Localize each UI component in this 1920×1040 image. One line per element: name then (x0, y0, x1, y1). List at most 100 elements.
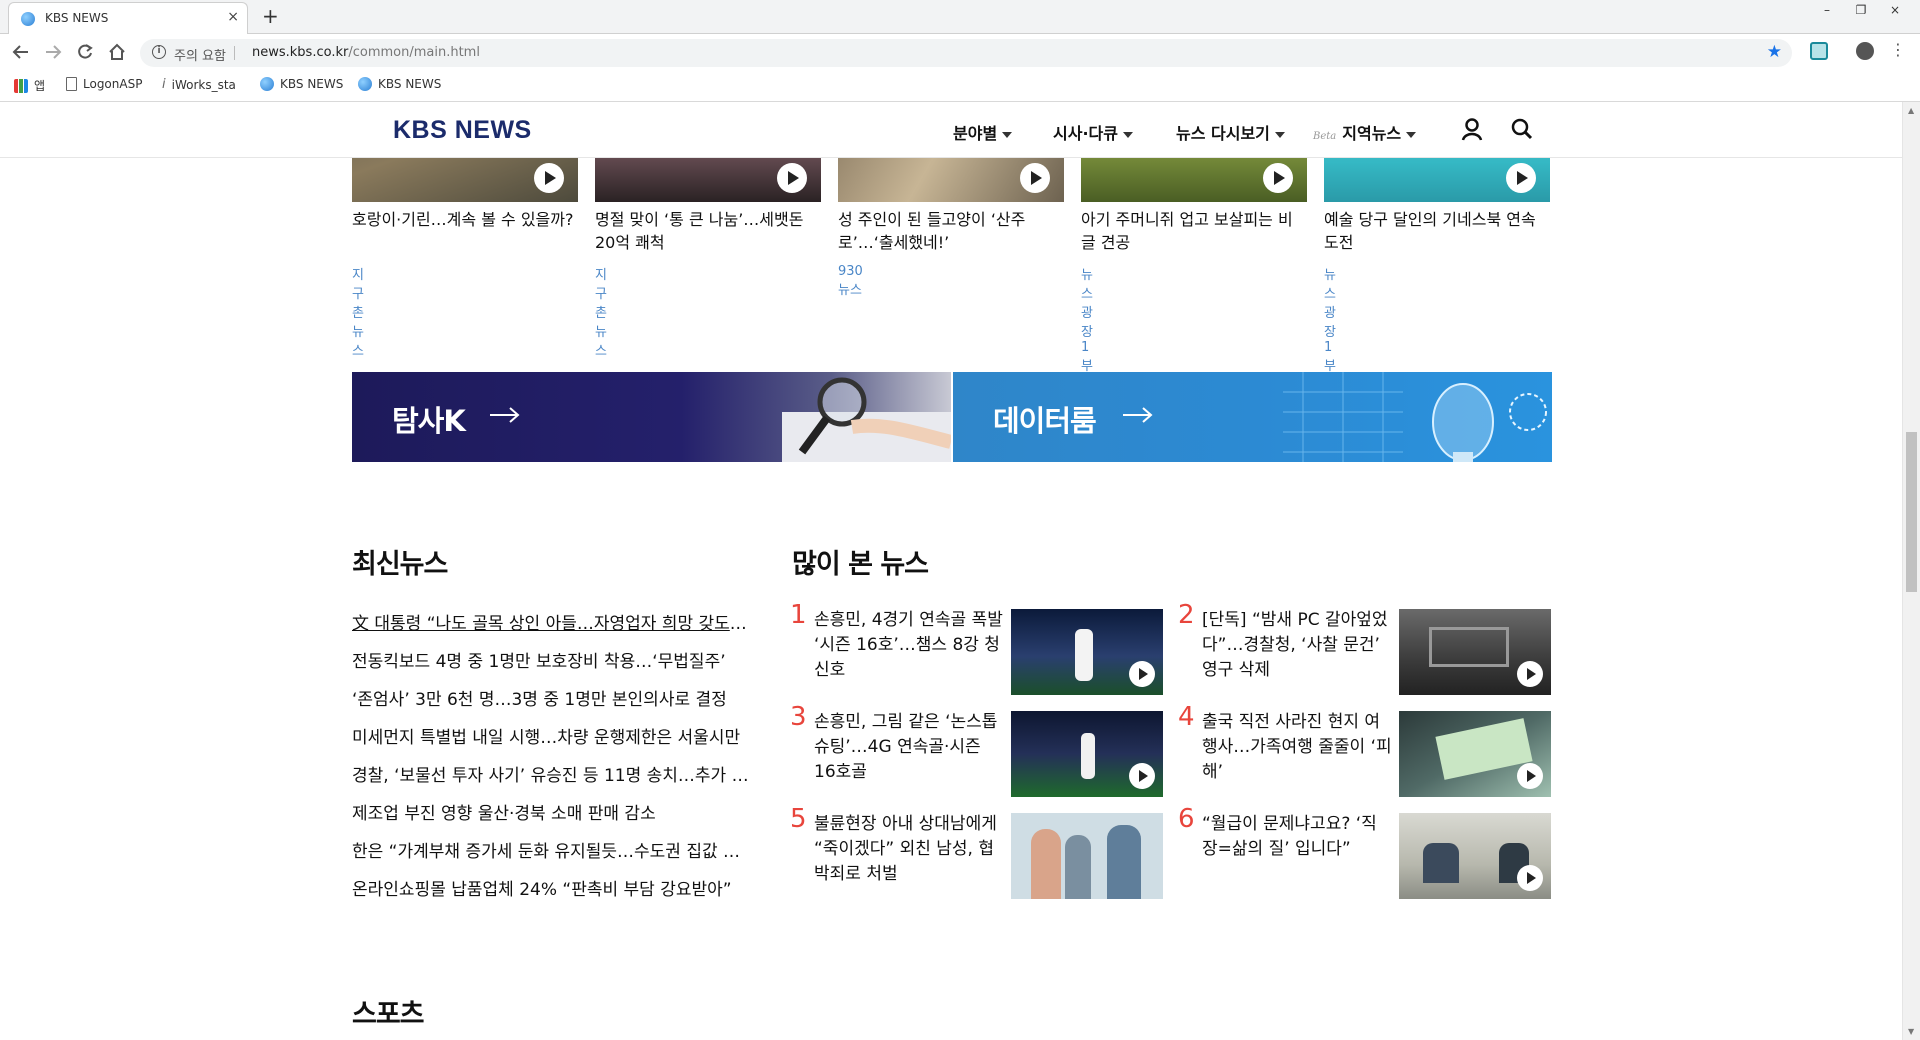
address-bar[interactable]: i 주의 요함 news.kbs.co.kr/common/main.html … (140, 39, 1792, 67)
info-icon[interactable]: i (152, 45, 166, 59)
nav-label: 뉴스 다시보기 (1176, 124, 1270, 143)
bookmark-apps[interactable]: 앱 (14, 77, 45, 94)
nav-current-affairs[interactable]: 시사·다큐 (1053, 120, 1133, 144)
home-icon[interactable] (106, 42, 128, 62)
card-title[interactable]: 명절 맞이 ‘통 큰 나눔’…세뱃돈 20억 쾌척 (595, 208, 821, 254)
popular-news-title[interactable]: “월급이 문제냐고요? ‘직장=삶의 질’ 입니다” (1202, 812, 1392, 862)
url-text[interactable]: news.kbs.co.kr/common/main.html (252, 45, 480, 60)
card-tag[interactable]: 뉴스광장 1부 (1324, 264, 1336, 374)
lightbulb-illustration (1283, 372, 1547, 462)
latest-news-item[interactable]: 전동킥보드 4명 중 1명만 보호장비 착용…‘무법질주’ (352, 647, 750, 672)
nav-replay[interactable]: 뉴스 다시보기 (1176, 120, 1285, 144)
play-icon[interactable] (1129, 661, 1155, 687)
scroll-down-icon[interactable]: ▼ (1908, 1027, 1914, 1036)
kbs-favicon-icon (358, 77, 372, 91)
play-icon[interactable] (1263, 163, 1293, 193)
card-tag[interactable]: 뉴스광장 1부 (1081, 264, 1093, 374)
rank-number: 4 (1178, 702, 1195, 732)
kbs-favicon-icon (21, 12, 35, 26)
rank-number: 5 (790, 804, 807, 834)
bookmark-iworks[interactable]: i iWorks_sta (162, 77, 236, 92)
popular-news-thumbnail[interactable] (1399, 609, 1551, 695)
popular-news-thumbnail[interactable] (1399, 711, 1551, 797)
latest-news-item[interactable]: 文 대통령 “나도 골목 상인 아들…자영업자 희망 갖도록” (352, 609, 750, 634)
play-icon[interactable] (1129, 763, 1155, 789)
popular-news-thumbnail[interactable] (1011, 711, 1163, 797)
bookmark-logonasp[interactable]: LogonASP (66, 77, 142, 91)
rank-number: 3 (790, 702, 807, 732)
latest-news-item[interactable]: 온라인쇼핑몰 납품업체 24% “판촉비 부담 강요받아” (352, 875, 750, 900)
bookmark-label: iWorks_sta (171, 77, 236, 92)
nav-label: 지역뉴스 (1342, 124, 1402, 143)
forward-arrow-icon[interactable] (42, 42, 64, 62)
popular-news-heading[interactable]: 많이 본 뉴스 (792, 542, 929, 581)
popular-news-title[interactable]: 손흥민, 그림 같은 ‘논스톱 슈팅’…4G 연속골·시즌 16호골 (814, 710, 1004, 785)
play-icon[interactable] (777, 163, 807, 193)
play-icon[interactable] (1517, 661, 1543, 687)
nav-regional[interactable]: Beta 지역뉴스 (1313, 120, 1417, 144)
address-divider (234, 46, 235, 60)
popular-news-thumbnail[interactable] (1011, 609, 1163, 695)
card-title[interactable]: 아기 주머니쥐 업고 보살피는 비글 견공 (1081, 208, 1307, 254)
magnifier-illustration (782, 377, 951, 462)
dataroom-banner[interactable]: 데이터룸 (953, 372, 1552, 462)
reload-icon[interactable] (74, 42, 96, 62)
latest-news-item[interactable]: 제조업 부진 영향 울산·경북 소매 판매 감소 (352, 799, 750, 824)
bookmark-kbs-news-2[interactable]: KBS NEWS (358, 77, 441, 91)
profile-icon[interactable] (1856, 42, 1874, 60)
latest-news-item[interactable]: ‘존엄사’ 3만 6천 명…3명 중 1명만 본인의사로 결정 (352, 685, 750, 710)
popular-news-thumbnail[interactable] (1399, 813, 1551, 899)
close-tab-icon[interactable]: × (227, 9, 239, 25)
popular-news-title[interactable]: [단독] “밤새 PC 갈아엎었다”…경찰청, ‘사찰 문건’ 영구 삭제 (1202, 608, 1392, 683)
popular-news-thumbnail[interactable] (1011, 813, 1163, 899)
bookmark-kbs-news-1[interactable]: KBS NEWS (260, 77, 343, 91)
user-icon[interactable] (1459, 116, 1485, 142)
extension-icon[interactable] (1810, 42, 1828, 60)
tab-title: KBS NEWS (45, 11, 109, 25)
new-tab-button[interactable]: + (262, 4, 279, 28)
card-title[interactable]: 예술 당구 달인의 기네스북 연속 도전 (1324, 208, 1550, 254)
card-title[interactable]: 성 주인이 된 들고양이 ‘산주로’…‘출세했네!’ (838, 208, 1064, 254)
page-viewport: KBS NEWS 분야별 시사·다큐 뉴스 다시보기 Beta 지역뉴스 호랑이·… (0, 102, 1902, 1040)
url-path: /common/main.html (348, 45, 480, 60)
latest-news-heading[interactable]: 최신뉴스 (352, 542, 448, 581)
minimize-button[interactable]: – (1810, 0, 1844, 20)
scroll-up-icon[interactable]: ▲ (1908, 106, 1914, 115)
latest-news-item[interactable]: 경찰, ‘보물선 투자 사기’ 유승진 등 11명 송치…추가 수사 (352, 761, 750, 786)
latest-news-item[interactable]: 한은 “가계부채 증가세 둔화 유지될듯…수도권 집값 하락” (352, 837, 750, 862)
site-logo[interactable]: KBS NEWS (393, 116, 532, 145)
browser-toolbar: i 주의 요함 news.kbs.co.kr/common/main.html … (0, 34, 1920, 70)
scrollbar-thumb[interactable] (1906, 432, 1917, 592)
rank-number: 1 (790, 600, 807, 630)
rank-number: 2 (1178, 600, 1195, 630)
security-warning[interactable]: 주의 요함 (174, 45, 226, 64)
popular-news-title[interactable]: 출국 직전 사라진 현지 여행사…가족여행 줄줄이 ‘피해’ (1202, 710, 1392, 785)
tamsa-k-banner[interactable]: 탐사K (352, 372, 951, 462)
sports-heading[interactable]: 스포츠 (352, 992, 425, 1031)
play-icon[interactable] (534, 163, 564, 193)
card-tag[interactable]: 지구촌뉴스 (595, 264, 607, 359)
popular-news-title[interactable]: 불륜현장 아내 상대남에게 “죽이겠다” 외친 남성, 협박죄로 처벌 (814, 812, 1004, 887)
play-icon[interactable] (1517, 763, 1543, 789)
back-arrow-icon[interactable] (10, 42, 32, 62)
search-icon[interactable] (1509, 116, 1535, 142)
restore-button[interactable]: ❐ (1844, 0, 1878, 20)
popular-news-title[interactable]: 손흥민, 4경기 연속골 폭발 ‘시즌 16호’…챔스 8강 청신호 (814, 608, 1004, 683)
menu-dots-icon[interactable]: ⋮ (1890, 40, 1906, 59)
close-window-button[interactable]: × (1878, 0, 1912, 20)
banner-title: 탐사K (392, 404, 466, 438)
browser-tabstrip: KBS NEWS × + – ❐ × (0, 0, 1920, 34)
page-scrollbar[interactable]: ▲ ▼ (1902, 102, 1920, 1040)
browser-tab[interactable]: KBS NEWS × (8, 2, 248, 34)
card-tag[interactable]: 930뉴스 (838, 264, 863, 298)
latest-news-item[interactable]: 미세먼지 특별법 내일 시행…차량 운행제한은 서울시만 (352, 723, 750, 748)
play-icon[interactable] (1506, 163, 1536, 193)
bookmark-star-icon[interactable]: ★ (1767, 42, 1782, 62)
card-tag[interactable]: 지구촌뉴스 (352, 264, 364, 359)
nav-category[interactable]: 분야별 (953, 120, 1013, 144)
site-header: KBS NEWS 분야별 시사·다큐 뉴스 다시보기 Beta 지역뉴스 (0, 102, 1902, 158)
play-icon[interactable] (1020, 163, 1050, 193)
card-title[interactable]: 호랑이·기린…계속 볼 수 있을까? (352, 208, 578, 231)
chevron-down-icon (1002, 131, 1013, 138)
play-icon[interactable] (1517, 865, 1543, 891)
